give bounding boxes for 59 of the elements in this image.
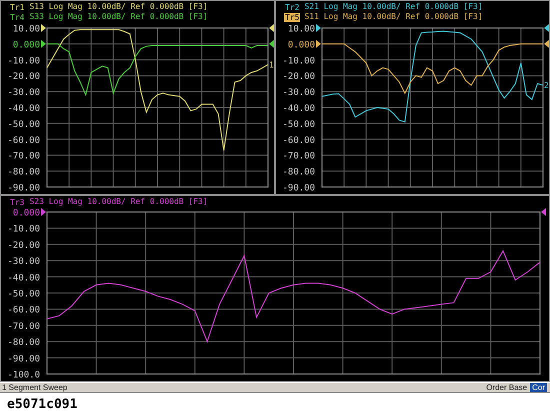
correction-badge: Cor [530, 383, 547, 392]
reference-marker-icon [41, 40, 46, 48]
scale-label: -20.00 [7, 72, 40, 82]
scale-label: -90.00 [7, 354, 40, 364]
scale-label: -60.00 [7, 136, 40, 146]
scale-label: -20.00 [7, 240, 40, 251]
scale-label: -90.00 [7, 184, 40, 194]
scale-label: -80.00 [7, 338, 40, 348]
marker-number: 2 [544, 81, 549, 90]
order-base: Order Base [486, 383, 528, 392]
scale-label: -80.00 [282, 168, 315, 178]
trace-name[interactable]: Tr2 [284, 2, 300, 12]
scale-label: -60.00 [7, 306, 40, 316]
scale-label: -10.00 [7, 56, 40, 66]
scale-label: -50.00 [282, 120, 315, 130]
scale-label: -40.00 [7, 273, 40, 284]
caption: e5071c091 [6, 396, 78, 411]
scale-label: -70.00 [7, 152, 40, 162]
reference-marker-icon [544, 40, 549, 48]
reference-marker-icon [269, 40, 274, 48]
scale-label: -80.00 [7, 168, 40, 178]
scale-label: -50.00 [7, 290, 40, 300]
scale-label: 10.00 [12, 24, 40, 34]
trace-name[interactable]: Tr1 [9, 2, 26, 12]
trace-name[interactable]: Tr5 [284, 12, 300, 22]
scale-label: -10.00 [282, 56, 315, 66]
scale-label: -90.00 [282, 184, 315, 194]
scale-label: -10.00 [7, 224, 40, 235]
trace-name[interactable]: Tr3 [9, 198, 26, 206]
scale-label: -50.00 [7, 120, 40, 130]
scale-label: 0.000 [288, 40, 315, 50]
reference-marker-icon [41, 208, 46, 216]
reference-marker-icon [544, 24, 549, 32]
reference-marker-icon [41, 24, 46, 32]
reference-marker-icon [316, 24, 321, 32]
marker-number: 1 [269, 60, 274, 70]
reference-marker-icon [316, 40, 321, 48]
scale-label: -70.00 [282, 152, 315, 162]
trace-settings: S21 Log Mag 10.00dB/ Ref 0.000dB [F3] [304, 2, 483, 12]
scale-label: -40.00 [7, 104, 40, 114]
scale-label: -30.00 [7, 257, 40, 268]
sweep-type: 1 Segment Sweep [2, 383, 68, 392]
trace-settings: S33 Log Mag 10.00dB/ Ref 0.000dB [F3] [29, 12, 208, 22]
scale-label: -30.00 [7, 88, 40, 98]
scale-label: -30.00 [282, 88, 315, 98]
trace-settings: S23 Log Mag 10.00dB/ Ref 0.000dB [F3] [29, 197, 208, 207]
scale-label: -40.00 [282, 104, 315, 114]
reference-marker-icon [541, 208, 546, 216]
scale-label: 0.000 [12, 40, 40, 50]
scale-label: -100.0 [7, 370, 40, 380]
scale-label: 10.00 [288, 24, 315, 34]
trace-settings: S11 Log Mag 10.00dB/ Ref 0.000dB [F3] [304, 12, 483, 22]
scale-label: -70.00 [7, 322, 40, 332]
scale-label: 0.000 [12, 208, 40, 218]
scale-label: -20.00 [282, 72, 315, 82]
reference-marker-icon [269, 24, 274, 32]
trace-name[interactable]: Tr4 [9, 12, 26, 22]
scale-label: -60.00 [282, 136, 315, 146]
trace-settings: S13 Log Mag 10.00dB/ Ref 0.000dB [F3] [29, 2, 208, 12]
